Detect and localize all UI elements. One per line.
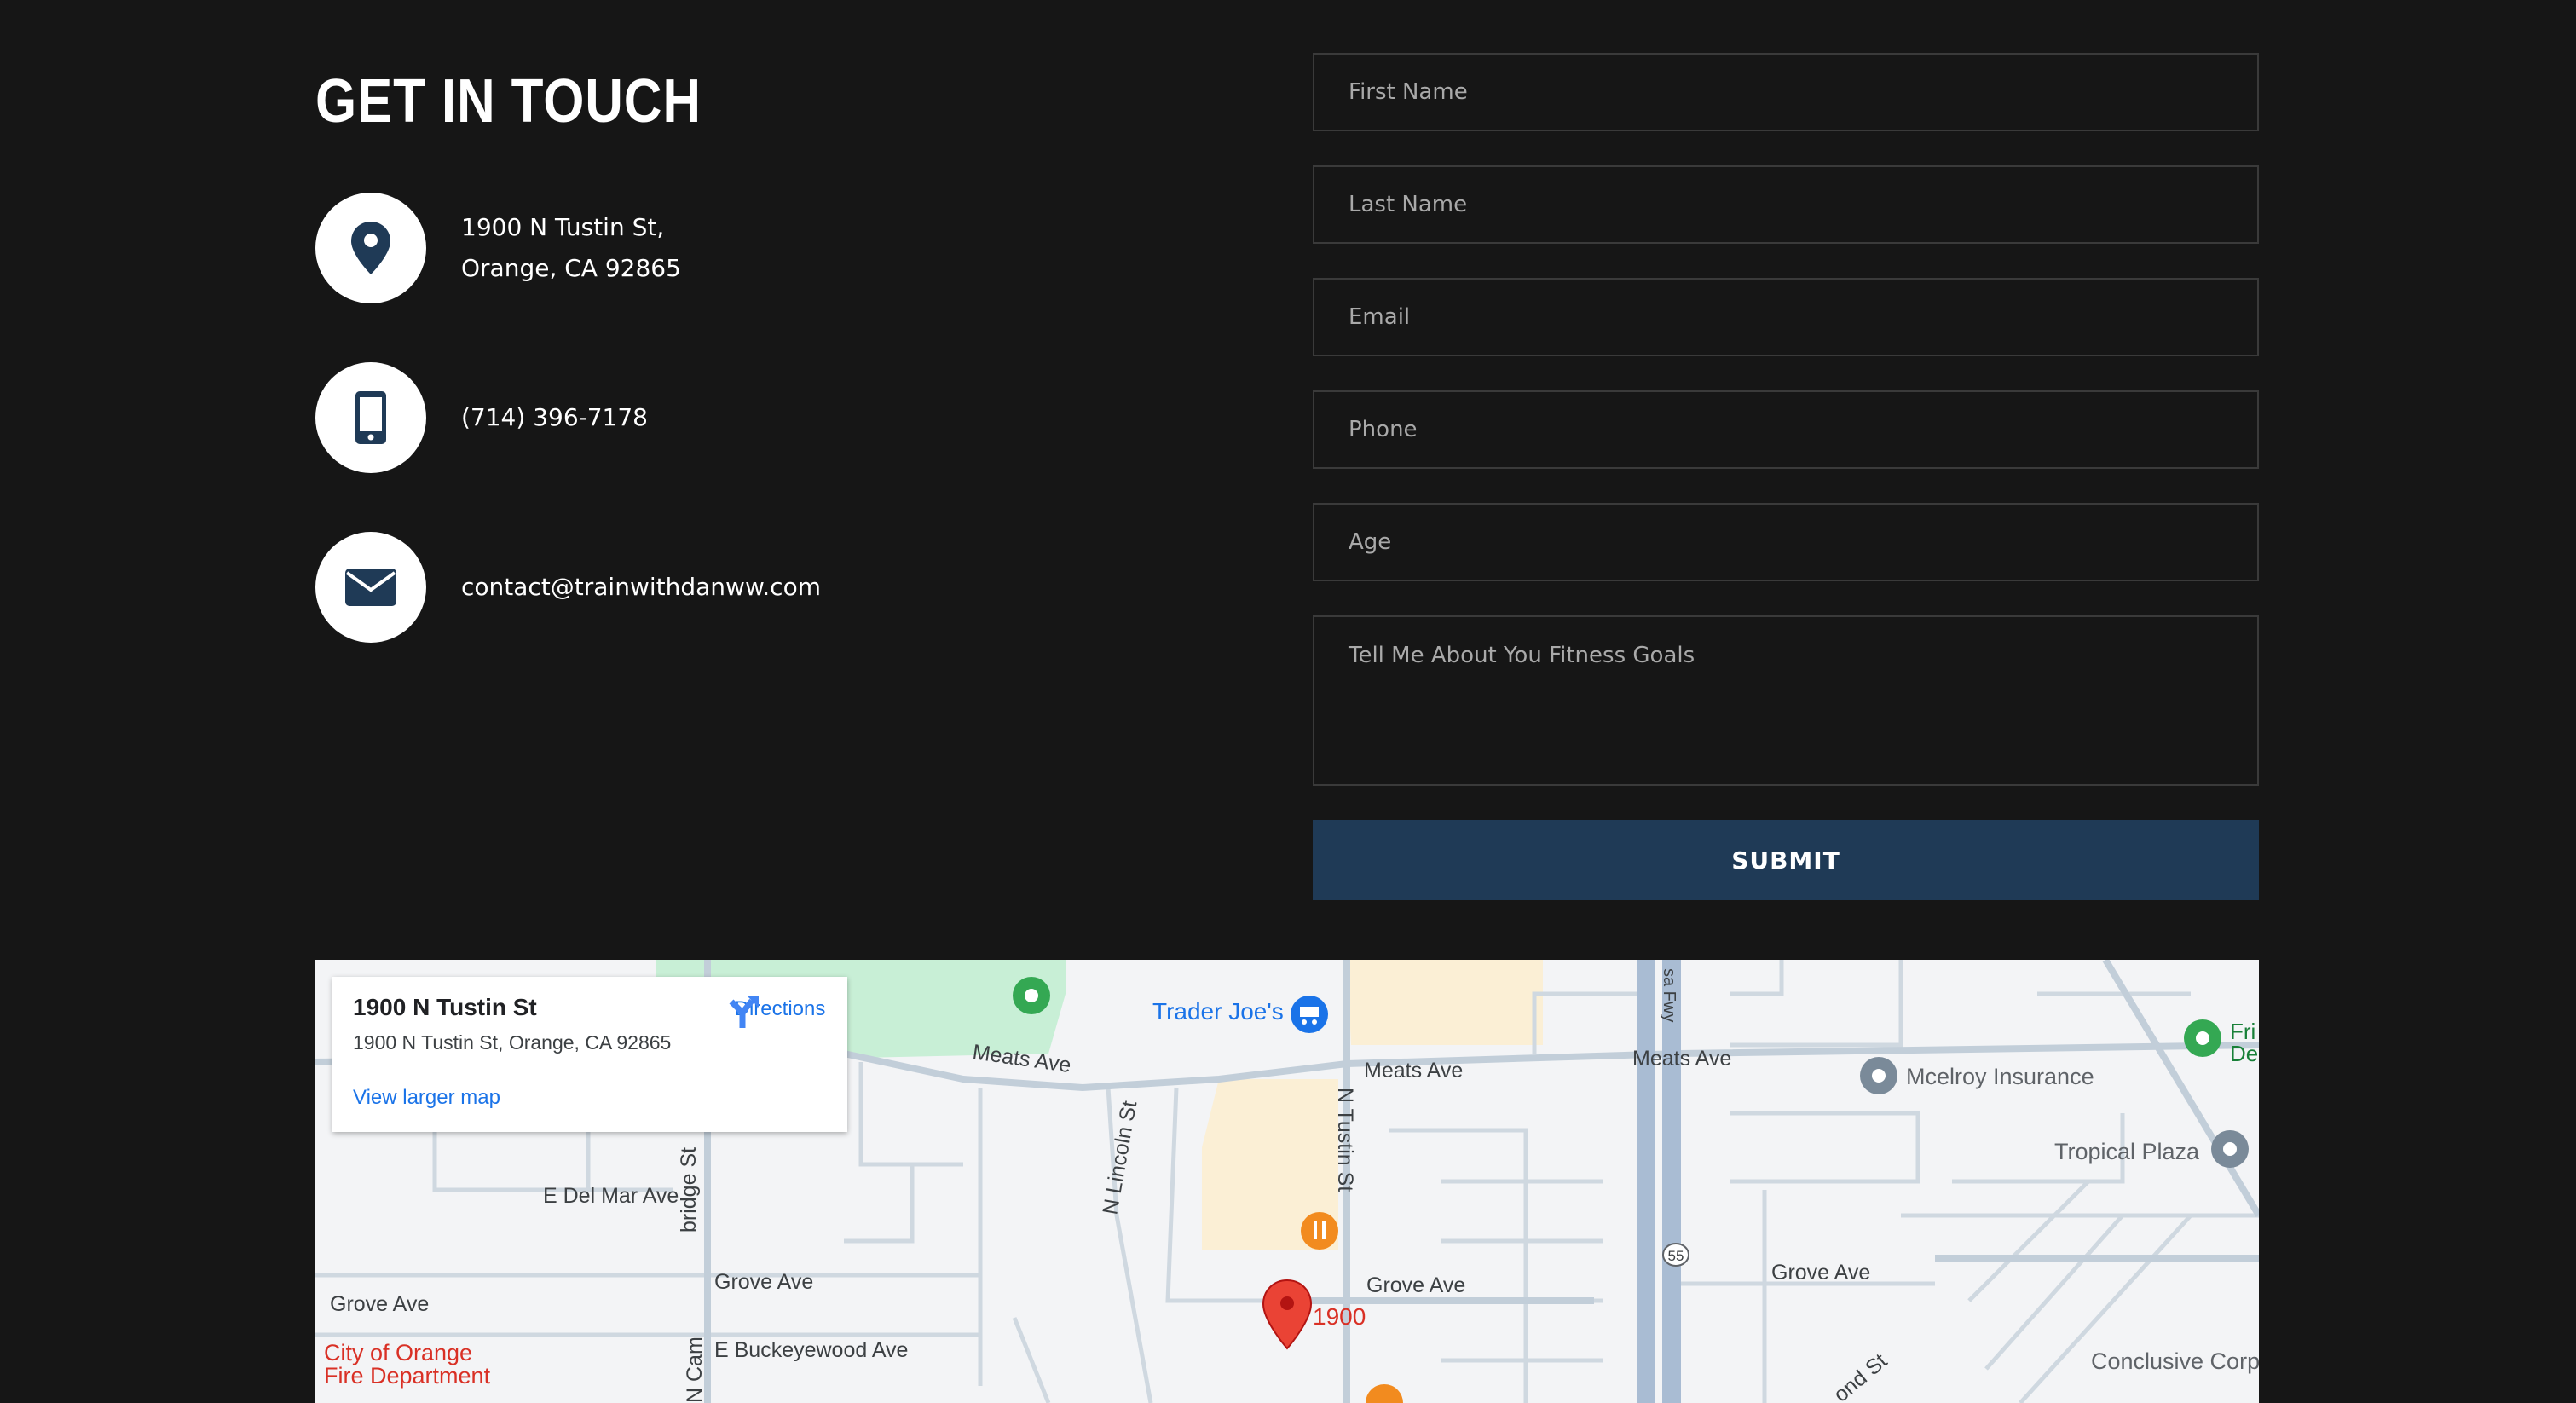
- directions-button[interactable]: Directions: [725, 994, 835, 1028]
- phone-item: (714) 396-7178: [315, 362, 648, 473]
- map-label-grove-ave-2: Grove Ave: [714, 1270, 813, 1294]
- map-label-fri-2: De: [2230, 1041, 2258, 1066]
- section-title: GET IN TOUCH: [315, 67, 702, 136]
- fitness-goals-textarea[interactable]: [1313, 615, 2259, 786]
- location-pin-icon: [315, 193, 426, 303]
- shopping-cart-pin-icon[interactable]: [1291, 996, 1328, 1033]
- email-input[interactable]: [1313, 278, 2259, 356]
- map-label-meats-ave-3: Meats Ave: [1632, 1047, 1731, 1071]
- mobile-phone-icon: [315, 362, 426, 473]
- map-label-trader-joes: Trader Joe's: [1152, 998, 1284, 1025]
- map-label-fire-1: City of Orange: [324, 1340, 472, 1365]
- highway-55-icon: 55: [1662, 1243, 1689, 1267]
- submit-button[interactable]: SUBMIT: [1313, 820, 2259, 900]
- age-input[interactable]: [1313, 503, 2259, 581]
- map-label-conclusive: Conclusive Corp: [2091, 1348, 2259, 1374]
- envelope-icon: [315, 532, 426, 643]
- directions-icon: [729, 996, 759, 1028]
- email-address[interactable]: contact@trainwithdanww.com: [461, 567, 821, 608]
- business-pin-icon[interactable]: [2211, 1130, 2249, 1168]
- restaurant-pin-icon[interactable]: [1301, 1212, 1338, 1250]
- first-name-input[interactable]: [1313, 53, 2259, 131]
- map-label-grove-ave-3: Grove Ave: [1366, 1273, 1465, 1297]
- map-label-n-cam: N Cam: [683, 1337, 707, 1403]
- phone-number[interactable]: (714) 396-7178: [461, 397, 648, 438]
- email-item: contact@trainwithdanww.com: [315, 532, 821, 643]
- map-label-e-del-mar: E Del Mar Ave: [543, 1184, 679, 1208]
- svg-text:55: 55: [1668, 1248, 1684, 1264]
- marker-label: 1900: [1313, 1303, 1366, 1330]
- map-info-card: 1900 N Tustin St 1900 N Tustin St, Orang…: [332, 977, 847, 1132]
- phone-input[interactable]: [1313, 390, 2259, 469]
- map-label-buckeyewood: E Buckeyewood Ave: [714, 1338, 908, 1362]
- business-pin-icon[interactable]: [1860, 1057, 1897, 1094]
- map-label-grove-ave-1: Grove Ave: [330, 1292, 429, 1316]
- map-label-mcelroy: Mcelroy Insurance: [1906, 1064, 2094, 1089]
- last-name-input[interactable]: [1313, 165, 2259, 244]
- address-line-2: Orange, CA 92865: [461, 254, 681, 282]
- map-label-bridge-st: bridge St: [677, 1147, 701, 1233]
- map-label-meats-ave-2: Meats Ave: [1364, 1059, 1463, 1083]
- address-item: 1900 N Tustin St, Orange, CA 92865: [315, 193, 681, 303]
- park-pin-icon[interactable]: [1013, 977, 1050, 1014]
- map-label-tropical: Tropical Plaza: [2054, 1139, 2200, 1164]
- map-embed[interactable]: Meats Ave Meats Ave Meats Ave E Del Mar …: [315, 960, 2259, 1403]
- park-pin-icon[interactable]: [2184, 1019, 2221, 1057]
- map-label-n-tustin: N Tustin St: [1333, 1088, 1357, 1192]
- view-larger-map-link[interactable]: View larger map: [353, 1086, 500, 1110]
- map-place-address: 1900 N Tustin St, Orange, CA 92865: [353, 1031, 672, 1054]
- map-label-grove-ave-4: Grove Ave: [1771, 1261, 1870, 1285]
- map-label-fwy: sa Fwy: [1660, 968, 1678, 1022]
- map-label-fire-2: Fire Department: [324, 1363, 491, 1389]
- address-line-1: 1900 N Tustin St,: [461, 213, 665, 241]
- map-place-title: 1900 N Tustin St: [353, 994, 537, 1020]
